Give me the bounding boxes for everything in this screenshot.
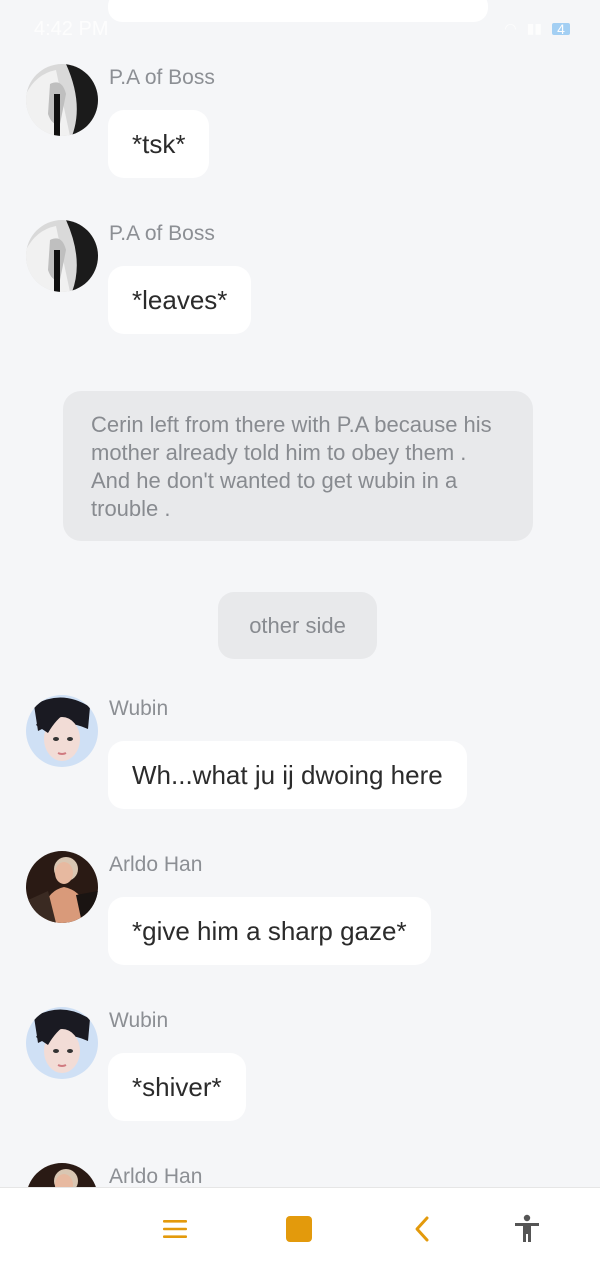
accessibility-icon[interactable] bbox=[510, 1212, 544, 1246]
sender-name: P.A of Boss bbox=[109, 66, 215, 89]
message-bubble[interactable]: *leaves* bbox=[108, 266, 252, 334]
wubin-avatar[interactable] bbox=[26, 1007, 98, 1079]
message-bubble[interactable]: *shiver* bbox=[108, 1053, 246, 1121]
message-bubble[interactable]: *give him a sharp gaze* bbox=[108, 897, 431, 965]
back-chevron-icon[interactable] bbox=[406, 1212, 440, 1246]
sender-name: Wubin bbox=[109, 1009, 169, 1032]
battery-icon: 4 bbox=[552, 22, 570, 36]
wubin-avatar[interactable] bbox=[26, 695, 98, 767]
bottom-navigation-bar bbox=[0, 1187, 600, 1268]
sender-name: Arldo Han bbox=[109, 1165, 203, 1188]
previous-message-bubble bbox=[108, 0, 488, 22]
sender-name: P.A of Boss bbox=[109, 222, 215, 245]
pa-avatar[interactable] bbox=[26, 220, 98, 292]
message-bubble[interactable]: Wh...what ju ij dwoing here bbox=[108, 741, 467, 809]
sender-name: Wubin bbox=[109, 697, 169, 720]
menu-icon[interactable] bbox=[158, 1212, 192, 1246]
scene-tag: other side bbox=[218, 592, 377, 659]
pa-avatar[interactable] bbox=[26, 64, 98, 136]
narration-block: Cerin left from there with P.A because h… bbox=[63, 391, 533, 541]
status-time: 4:42 PM bbox=[34, 18, 109, 40]
arldo-avatar[interactable] bbox=[26, 851, 98, 923]
status-icons: ◠ ▮▮ 4 bbox=[504, 20, 570, 37]
message-bubble[interactable]: *tsk* bbox=[108, 110, 210, 178]
sender-name: Arldo Han bbox=[109, 853, 203, 876]
home-square-icon[interactable] bbox=[282, 1212, 316, 1246]
signal-icon: ▮▮ bbox=[526, 20, 542, 36]
wifi-icon: ◠ bbox=[504, 20, 517, 36]
